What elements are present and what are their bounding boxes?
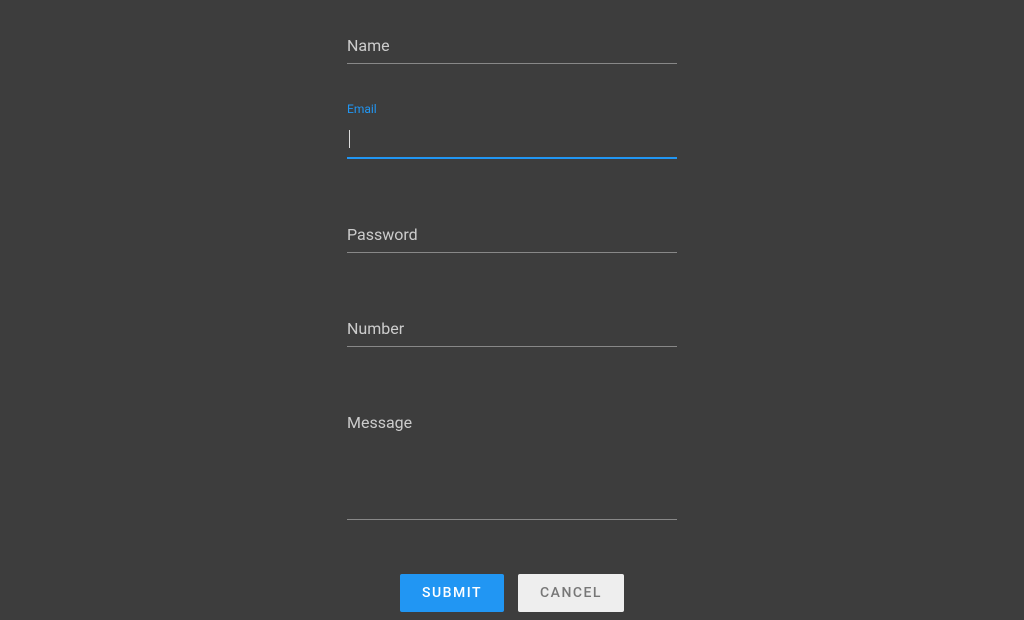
password-input[interactable] xyxy=(347,217,677,253)
message-input[interactable] xyxy=(347,405,677,520)
submit-button[interactable]: SUBMIT xyxy=(400,574,504,612)
number-field-group xyxy=(347,311,677,347)
email-label: Email xyxy=(347,102,377,116)
button-row: SUBMIT CANCEL xyxy=(347,574,677,612)
form-container: Email SUBMIT CANCEL xyxy=(347,0,677,612)
password-field-group xyxy=(347,217,677,253)
name-field-group xyxy=(347,28,677,64)
name-input[interactable] xyxy=(347,28,677,64)
text-cursor xyxy=(349,130,350,148)
email-input[interactable] xyxy=(347,122,677,159)
email-field-group: Email xyxy=(347,122,677,159)
number-input[interactable] xyxy=(347,311,677,347)
message-field-group xyxy=(347,405,677,524)
cancel-button[interactable]: CANCEL xyxy=(518,574,624,612)
